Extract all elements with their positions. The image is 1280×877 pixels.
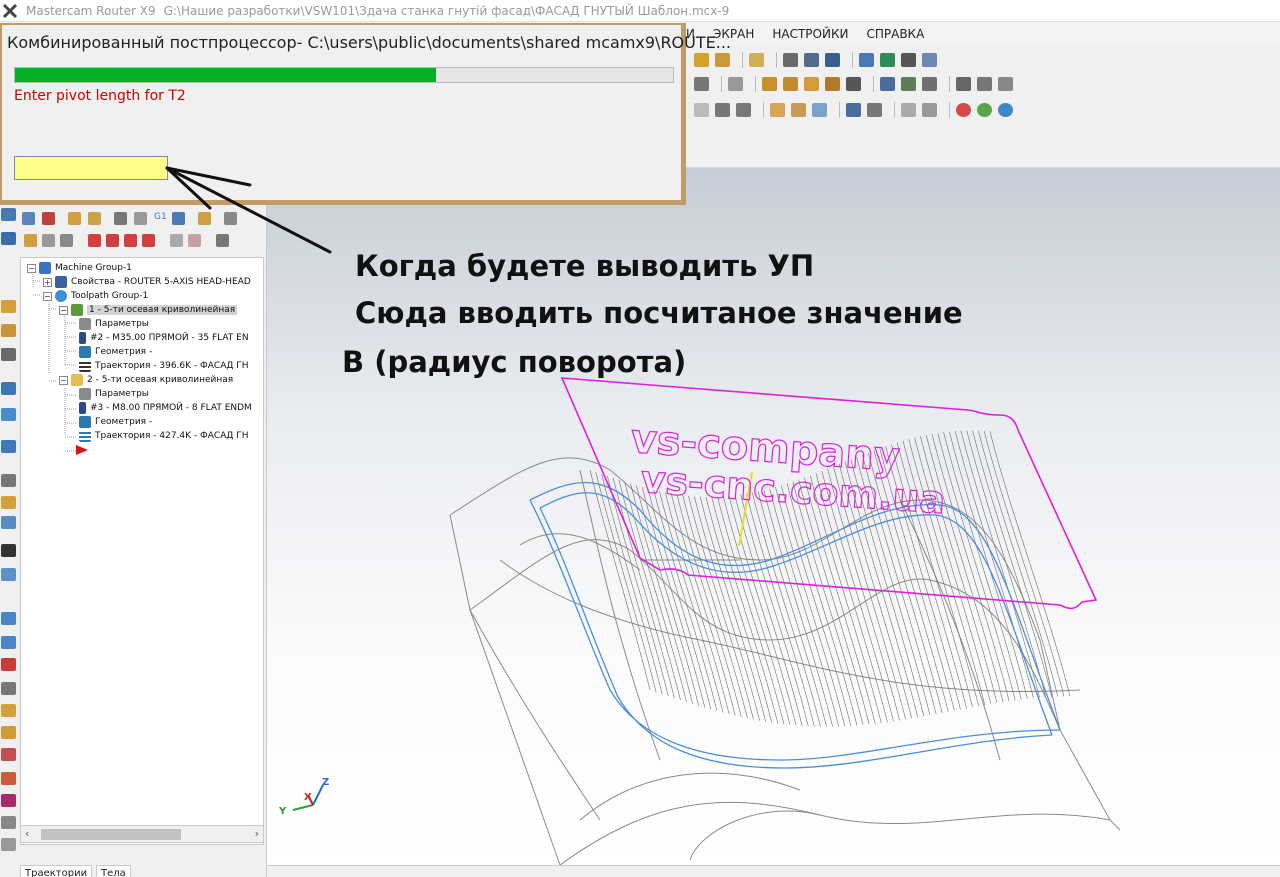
screen: Mastercam Router X9 G:\Нашие разработки\… [0,0,1280,877]
annotation-line-3: В (радиус поворота) [342,345,687,379]
arrow-shaft [165,166,332,254]
arrow-head-upper [165,166,252,187]
annotation-line-2: Сюда вводить посчитаное значение [355,296,963,330]
annotation-arrow [165,166,332,254]
annotation-line-1: Когда будете выводить УП [355,249,815,283]
